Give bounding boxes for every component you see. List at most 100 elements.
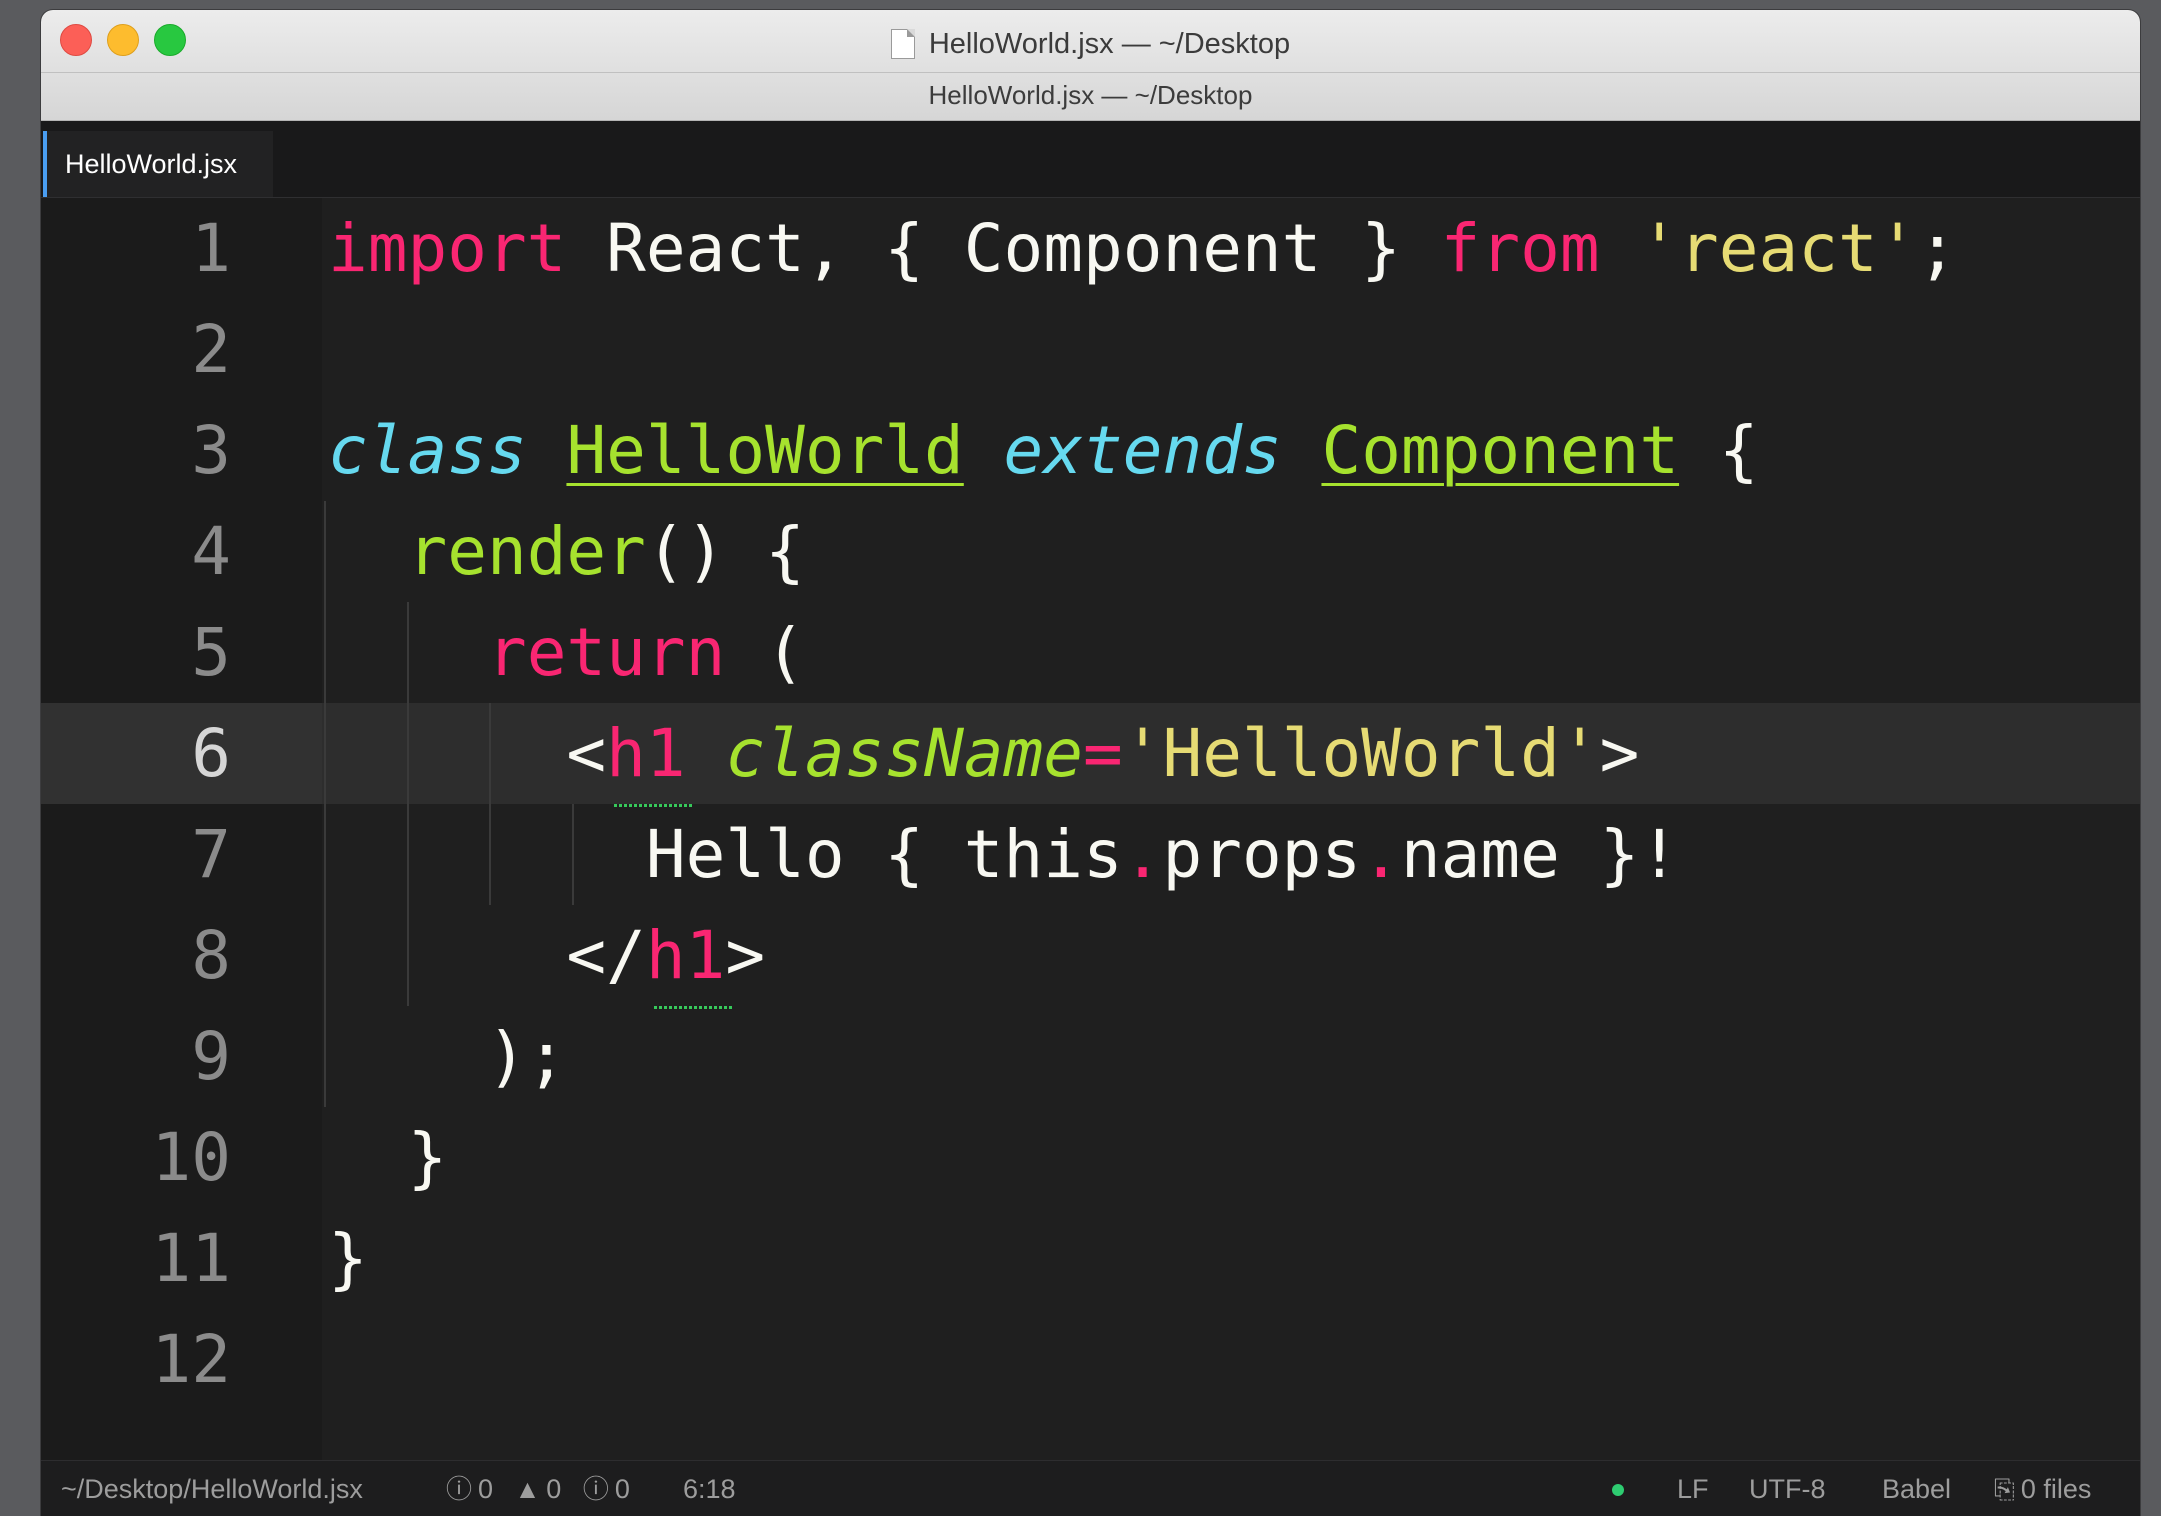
indent-guide [407,602,409,1006]
code-token: 'HelloWorld' [1122,715,1600,792]
code-text[interactable]: } [328,1208,368,1309]
warning-icon: ▲ [514,1474,541,1504]
code-line[interactable]: 8 </h1> [41,905,2140,1006]
linter-summary[interactable]: ⓘ 0 ▲ 0 ⓘ 0 [446,1461,630,1516]
files-status[interactable]: ⎘ 0 files [1994,1461,2091,1516]
code-text[interactable]: ); [328,1006,566,1107]
indent-guide [572,804,574,905]
code-token: 'react' [1639,210,1918,287]
tab-helloworld-jsx[interactable]: HelloWorld.jsx [43,131,273,197]
error-icon: ⓘ [446,1474,473,1504]
code-editor[interactable]: 1 import React, { Component } from 'react… [41,198,2140,1460]
line-number[interactable]: 11 [41,1208,231,1309]
status-file-path[interactable]: ~/Desktop/HelloWorld.jsx [61,1461,363,1516]
code-line[interactable]: 10 } [41,1107,2140,1208]
code-token: return [486,614,726,691]
code-line[interactable]: 1 import React, { Component } from 'react… [41,198,2140,299]
code-token: = [1083,715,1123,792]
encoding-selector[interactable]: UTF-8 [1749,1461,1826,1516]
code-line[interactable]: 12 [41,1309,2140,1410]
code-text[interactable]: class HelloWorld extends Component { [328,400,1759,501]
files-icon: ⎘ [1994,1474,2015,1504]
code-text[interactable]: render() { [328,501,805,602]
title-bar: HelloWorld.jsx — ~/Desktop HelloWorld.js… [41,10,2140,121]
code-token: class [328,412,527,489]
line-number[interactable]: 10 [41,1107,231,1208]
code-line[interactable]: 5 return ( [41,602,2140,703]
window-title: HelloWorld.jsx — ~/Desktop [928,27,1291,60]
files-count: 0 files [2020,1474,2092,1504]
code-line[interactable]: 7 Hello { this.props.name }! [41,804,2140,905]
document-icon [890,29,915,59]
code-token: React, { Component } [566,210,1441,287]
code-token: { [1679,412,1759,489]
code-text[interactable]: } [328,1107,447,1208]
line-number[interactable]: 4 [41,501,231,602]
code-token: Component [1321,412,1680,489]
code-line[interactable]: 3 class HelloWorld extends Component { [41,400,2140,501]
code-line[interactable]: 4 render() { [41,501,2140,602]
code-token: . [1122,816,1163,893]
code-token: name }! [1400,816,1680,893]
code-token: className [725,715,1084,792]
code-line[interactable]: 9 ); [41,1006,2140,1107]
code-text[interactable]: <h1 className='HelloWorld'> [328,703,1639,804]
code-line[interactable]: 2 [41,299,2140,400]
line-number[interactable]: 9 [41,1006,231,1107]
code-text[interactable]: import React, { Component } from 'react'… [328,198,1957,299]
code-token: . [1361,816,1401,893]
editor-window: HelloWorld.jsx — ~/Desktop HelloWorld.js… [41,10,2140,1516]
code-token: ( [725,614,805,691]
line-number[interactable]: 7 [41,804,231,905]
code-token: import [328,210,567,287]
code-token: } [328,1220,368,1297]
code-token: } [328,1119,448,1196]
code-token: > [725,917,766,994]
code-text[interactable]: return ( [328,602,805,703]
warning-count: 0 [546,1474,562,1504]
tab-bar: HelloWorld.jsx [41,121,2140,198]
code-token: from [1440,210,1600,287]
code-token: () { [645,513,805,590]
line-number[interactable]: 2 [41,299,231,400]
code-token: HelloWorld [566,412,964,489]
grammar-selector[interactable]: Babel [1882,1461,1951,1516]
git-status-dot-icon [1612,1484,1624,1496]
window-subtitle: HelloWorld.jsx — ~/Desktop [41,72,2140,117]
code-text[interactable]: Hello { this.props.name }! [328,804,1679,905]
lint-underline [654,1006,734,1009]
code-line[interactable]: 11} [41,1208,2140,1309]
code-token: h1 [606,715,686,792]
info-count: 0 [614,1474,630,1504]
line-number[interactable]: 12 [41,1309,231,1410]
cursor-position[interactable]: 6:18 [683,1461,736,1516]
line-number[interactable]: 5 [41,602,231,703]
indent-guide [489,703,491,905]
line-ending-selector[interactable]: LF [1677,1461,1709,1516]
code-token: extends [1003,412,1282,489]
line-number[interactable]: 3 [41,400,231,501]
code-token: h1 [645,917,726,994]
code-line[interactable]: 6 <h1 className='HelloWorld'> [41,703,2140,804]
line-number[interactable]: 6 [41,703,231,804]
error-count: 0 [478,1474,494,1504]
code-token: </ [328,917,646,994]
window-title-row: HelloWorld.jsx — ~/Desktop [41,24,2140,64]
status-bar: ~/Desktop/HelloWorld.jsx ⓘ 0 ▲ 0 ⓘ 0 6:18 L… [41,1460,2140,1516]
code-token: props [1162,816,1362,893]
line-number[interactable]: 1 [41,198,231,299]
code-token: ; [1917,210,1958,287]
code-token: Hello { this [328,816,1123,893]
code-text[interactable]: </h1> [328,905,765,1006]
line-number[interactable]: 8 [41,905,231,1006]
info-icon: ⓘ [582,1474,609,1504]
code-token: render [407,513,646,590]
code-token: < [328,715,607,792]
indent-guide [324,501,326,1107]
